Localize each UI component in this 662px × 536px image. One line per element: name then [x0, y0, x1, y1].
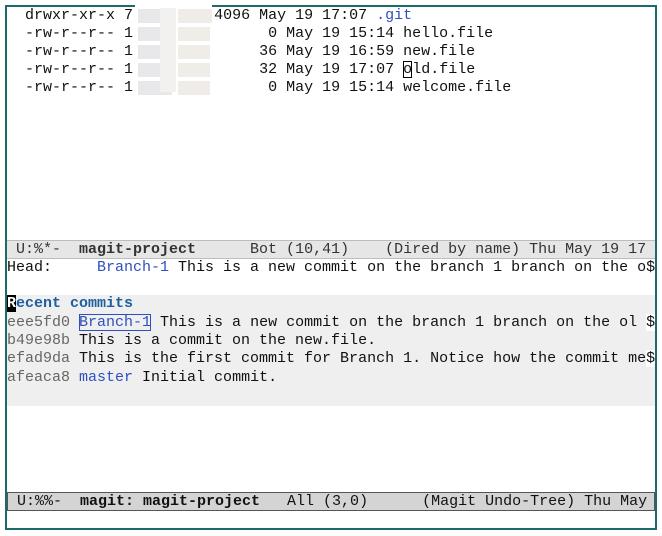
commit-message: This is a commit on the new.file. [70, 332, 377, 349]
file-name[interactable]: .git [376, 7, 412, 24]
date: May 19 15:14 [286, 25, 395, 42]
links: 1 [124, 61, 134, 78]
commit-message: Initial commit. [133, 369, 278, 386]
commit-row[interactable]: eee5fd0 Branch-1 This is a new commit on… [7, 314, 656, 332]
commit-row[interactable]: afeaca8 master Initial commit. [7, 369, 277, 387]
commit-hash[interactable]: efad9da [7, 350, 70, 367]
truncation-marker: $ [646, 350, 656, 367]
file-name-rest: ld.file [412, 61, 476, 78]
commit-hash[interactable]: afeaca8 [7, 369, 70, 386]
buffer-name: magit-project [79, 241, 197, 258]
perms: -rw-r--r-- [25, 43, 116, 60]
links: 1 [124, 25, 134, 42]
size: 36 [259, 43, 278, 60]
perms: drwxr-xr-x [25, 7, 116, 24]
branch-label[interactable]: Branch-1 [79, 314, 152, 331]
commit-message: This is a new commit on the branch 1 bra… [151, 314, 647, 331]
date: May 19 17:07 [259, 7, 368, 24]
mode-line-info: All (3,0) (Magit Undo-Tree) Thu May [260, 493, 648, 510]
commit-hash[interactable]: eee5fd0 [7, 314, 70, 331]
dired-mode-line[interactable]: U:%*- magit-project Bot (10,41) (Dired b… [7, 240, 655, 259]
magit-mode-line[interactable]: U:%%- magit: magit-project All (3,0) (Ma… [7, 492, 655, 511]
perms: -rw-r--r-- [25, 61, 116, 78]
file-name[interactable]: hello.file [403, 25, 493, 42]
truncation-marker: $ [646, 314, 656, 331]
commit-message: This is the first commit for Branch 1. N… [70, 350, 647, 367]
head-branch[interactable]: Branch-1 [97, 259, 169, 276]
links: 1 [124, 79, 134, 96]
head-label: Head: [7, 259, 98, 276]
perms: -rw-r--r-- [25, 79, 116, 96]
dired-row[interactable]: -rw-r--r-- 1 0 May 19 15:14 hello.file [7, 25, 493, 43]
buffer-status: U:%*- [7, 241, 80, 258]
recent-commits-heading[interactable]: Recent commits [7, 295, 133, 313]
dired-row[interactable]: -rw-r--r-- 1 0 May 19 15:14 welcome.file [7, 79, 511, 97]
links: 1 [124, 43, 134, 60]
date: May 19 15:14 [286, 79, 395, 96]
commit-row[interactable]: b49e98b This is a commit on the new.file… [7, 332, 376, 350]
section-title: ecent commits [16, 295, 134, 312]
commit-row[interactable]: efad9da This is the first commit for Bra… [7, 350, 656, 368]
size: 0 [268, 79, 278, 96]
cursor: R [7, 295, 17, 312]
perms: -rw-r--r-- [25, 25, 116, 42]
date: May 19 16:59 [286, 43, 395, 60]
buffer-status: U:%%- [8, 493, 81, 510]
date: May 19 17:07 [286, 61, 395, 78]
minibuffer[interactable] [7, 512, 655, 528]
dired-row[interactable]: -rw-r--r-- 1 32 May 19 17:07 old.file [7, 61, 475, 79]
head-line[interactable]: Head: Branch-1 This is a new commit on t… [7, 259, 655, 277]
branch-label[interactable]: master [79, 369, 133, 386]
mode-line-info: Bot (10,41) (Dired by name) Thu May 19 1… [196, 241, 647, 258]
commit-hash[interactable]: b49e98b [7, 332, 70, 349]
cursor: o [403, 61, 413, 78]
links: 7 [124, 7, 134, 24]
size: 4096 [214, 7, 251, 24]
buffer-name: magit: magit-project [80, 493, 261, 510]
head-message: This is a new commit on the branch 1 bra… [169, 259, 647, 276]
size: 0 [268, 25, 278, 42]
file-name[interactable]: new.file [403, 43, 475, 60]
file-name[interactable]: old.file [403, 61, 475, 78]
size: 32 [259, 61, 278, 78]
truncation-marker: $ [646, 259, 656, 276]
file-name[interactable]: welcome.file [403, 79, 511, 96]
dired-row[interactable]: -rw-r--r-- 1 36 May 19 16:59 new.file [7, 43, 475, 61]
